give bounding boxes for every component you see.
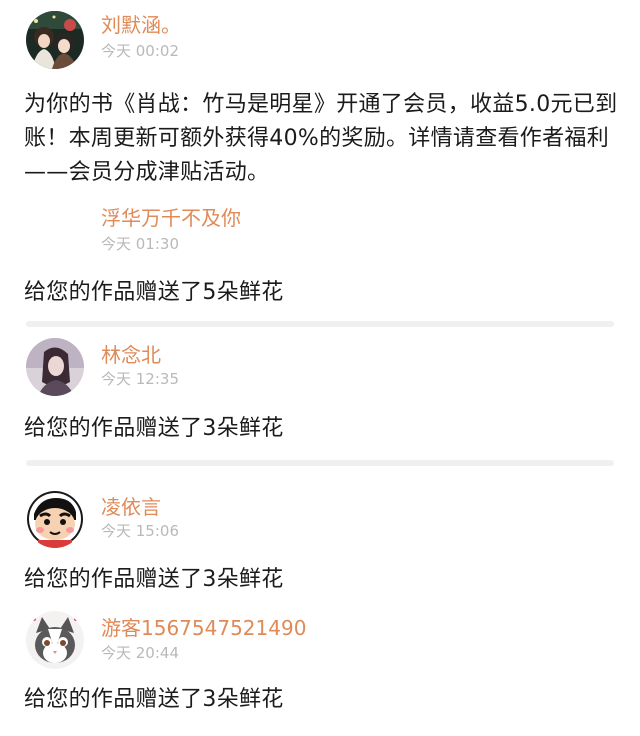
avatar[interactable] [26, 611, 84, 669]
username[interactable]: 凌依言 [101, 495, 161, 519]
timestamp: 今天 15:06 [101, 522, 179, 540]
timestamp: 今天 20:44 [101, 644, 179, 662]
message-text: 为你的书《肖战：竹马是明星》开通了会员，收益5.0元已到账！本周更新可额外获得4… [24, 92, 618, 185]
avatar[interactable] [26, 490, 84, 548]
notification-feed: 刘默涵。 今天 00:02 为你的书《肖战：竹马是明星》开通了会员，收益5.0元… [0, 0, 640, 736]
username[interactable]: 刘默涵。 [101, 13, 181, 37]
message-text: 给您的作品赠送了3朵鲜花 [24, 567, 284, 592]
message-text: 给您的作品赠送了3朵鲜花 [24, 687, 284, 712]
username[interactable]: 林念北 [101, 343, 161, 367]
divider [26, 321, 614, 327]
message-text: 给您的作品赠送了5朵鲜花 [24, 280, 284, 305]
username[interactable]: 浮华万千不及你 [101, 206, 241, 230]
avatar[interactable] [26, 11, 84, 69]
avatar[interactable] [26, 338, 84, 396]
girl-photo-avatar-icon [26, 338, 84, 396]
timestamp: 今天 12:35 [101, 370, 179, 388]
message-text: 给您的作品赠送了3朵鲜花 [24, 416, 284, 441]
timestamp: 今天 01:30 [101, 235, 179, 253]
divider [26, 460, 614, 466]
crayon-shinchan-avatar-icon [26, 490, 84, 548]
username[interactable]: 游客1567547521490 [101, 616, 306, 640]
timestamp: 今天 00:02 [101, 42, 179, 60]
cat-avatar-icon [26, 611, 84, 669]
avatar[interactable] [26, 203, 84, 261]
anime-couple-avatar-icon [26, 11, 84, 69]
